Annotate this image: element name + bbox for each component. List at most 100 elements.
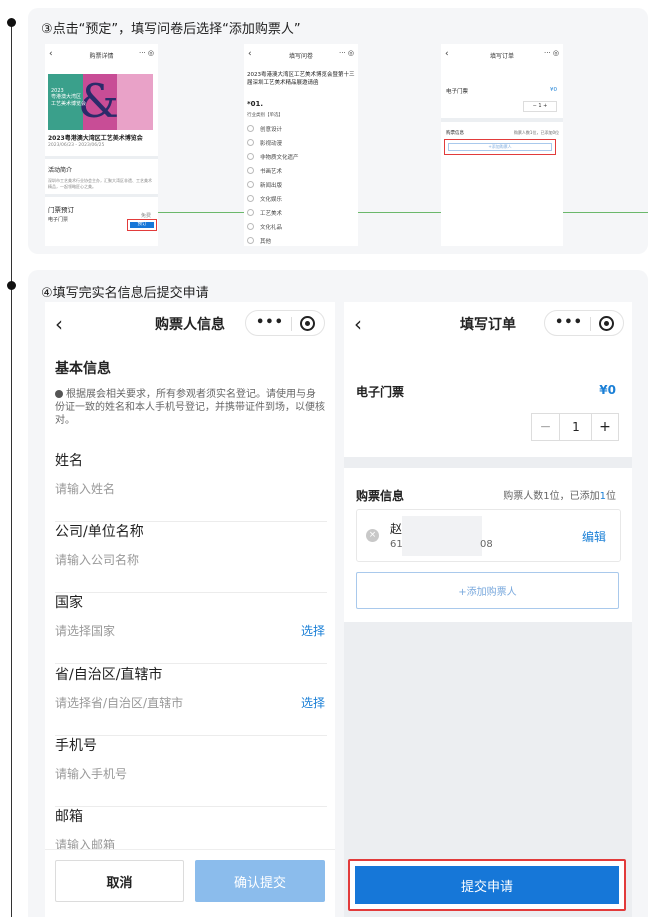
record-icon[interactable] [599,316,614,331]
step4-card: ④填写完实名信息后提交申请 ‹ 购票人信息 ••• 基本信息 根据展会相关要求，… [28,270,648,917]
radio-option[interactable] [247,237,254,244]
menu-capsule[interactable]: ••• [544,310,624,336]
redaction-blur [402,516,482,556]
bottom-action-bar: 取消 确认提交 [45,849,335,917]
question-sub: 行业类别【单选】 [247,113,283,118]
highlight-box: 预订 [127,219,157,231]
quantity-value: 1 [572,420,580,434]
event-title: 2023粤港澳大湾区工艺美术博览会 [48,135,143,142]
field-label: 邮箱 [55,809,83,825]
radio-option[interactable] [247,195,254,202]
book-button[interactable]: 预订 [130,222,154,228]
company-input[interactable]: 请输入公司名称 [55,551,139,568]
field-label: 手机号 [55,738,97,754]
add-buyer-button[interactable]: +添加购票人 [356,572,619,609]
price-tag: 免费 [141,213,152,219]
country-select[interactable]: 请选择国家 [55,622,115,639]
province-select-link[interactable]: 选择 [301,694,325,711]
radio-option[interactable] [247,125,254,132]
buyer-info-screen: ‹ 购票人信息 ••• 基本信息 根据展会相关要求，所有参观者须实名登记。请使用… [45,302,335,917]
mini-header: ‹ 购票详情 ··· ◎ [45,48,158,62]
mini-screen-detail: ‹ 购票详情 ··· ◎ & 2023 粤港澳大湾区 工艺美术博览会 2023粤… [45,44,158,246]
radio-option[interactable] [247,181,254,188]
submit-application-button[interactable]: 提交申请 [355,866,619,904]
radio-option[interactable] [247,139,254,146]
record-icon[interactable] [300,316,315,331]
company-field[interactable]: 公司/单位名称 请输入公司名称 [55,521,327,593]
event-date: 2023/06/23 - 2023/06/25 [48,143,105,148]
name-field[interactable]: 姓名 请输入姓名 [55,450,327,522]
radio-option[interactable] [247,153,254,160]
radio-option[interactable] [247,209,254,216]
banner-text: 2023 粤港澳大湾区 工艺美术博览会 [51,88,87,107]
step3-title: ③点击“预定”，填写问卷后选择“添加购票人” [41,22,301,37]
quantity-stepper[interactable]: − 1 + [523,101,557,112]
radio-option[interactable] [247,223,254,230]
info-icon [55,390,63,398]
radio-option[interactable] [247,167,254,174]
delete-icon[interactable]: × [366,529,379,542]
plus-icon[interactable]: + [591,414,618,440]
phone-input[interactable]: 请输入手机号 [55,765,127,782]
more-icon[interactable]: ••• [555,315,583,330]
buyer-label: 购票信息 [356,489,405,503]
screen-header: ‹ 填写订单 ••• [344,302,632,344]
country-field[interactable]: 国家 请选择国家 选择 [55,592,327,664]
cancel-button[interactable]: 取消 [55,860,184,902]
ticket-price: ¥0 [550,87,557,93]
province-field[interactable]: 省/自治区/直辖市 请选择省/自治区/直辖市 选择 [55,664,327,736]
option-label: 非物质文化遗产 [260,155,299,161]
option-label: 文化礼品 [260,225,283,231]
timeline-dot [7,18,16,27]
option-label: 书画艺术 [260,169,283,175]
capsule-icon[interactable]: ··· ◎ [339,49,354,57]
buyer-count: 购票人数1位，已添加1位 [503,491,616,502]
option-label: 工艺美术 [260,211,283,217]
ticket-label: 电子门票 [356,385,405,399]
ticket-price: ¥0 [599,383,616,397]
highlight-box: +添加购票人 [444,139,556,155]
screen-header: ‹ 购票人信息 ••• [45,302,335,344]
buyer-name: 赵 [390,522,403,536]
quantity-stepper[interactable]: − 1 + [531,413,619,441]
capsule-icon[interactable]: ··· ◎ [139,49,154,57]
intro-text: 深圳市工艺美术行业协会主办，汇聚大湾区非遗、工艺美术精品，一起领略匠心之美。 [48,178,152,189]
menu-capsule[interactable]: ••• [245,310,325,336]
minus-icon[interactable]: − [532,414,560,440]
more-icon[interactable]: ••• [256,315,284,330]
field-label: 国家 [55,595,83,611]
step4-title: ④填写完实名信息后提交申请 [41,286,209,301]
field-label: 省/自治区/直辖市 [55,667,163,683]
mini-screen-questionnaire: ‹ 填写问卷 ··· ◎ 2023粤港澳大湾区工艺美术博览会暨第十三届深圳工艺美… [244,44,358,246]
buyer-id-start: 61 [390,539,403,550]
buyer-id-end: 08 [480,539,493,550]
buyer-card: × 赵 61 08 编辑 [356,509,621,562]
province-select[interactable]: 请选择省/自治区/直辖市 [55,694,183,711]
name-input[interactable]: 请输入姓名 [55,480,115,497]
timeline-dot [7,281,16,290]
highlight-box: 提交申请 [348,859,626,911]
mini-header: ‹ 填写问卷 ··· ◎ [244,48,358,62]
add-buyer-button[interactable]: +添加购票人 [448,143,552,151]
field-label: 公司/单位名称 [55,524,144,540]
section-title: 基本信息 [55,361,111,377]
tickets-heading: 门票预订 [48,206,74,214]
intro-heading: 活动简介 [48,167,73,174]
timeline-line [11,20,12,917]
capsule-icon[interactable]: ··· ◎ [544,49,559,57]
edit-link[interactable]: 编辑 [582,528,606,545]
mini-screen-order: ‹ 填写订单 ··· ◎ 电子门票 ¥0 − 1 + 购票信息 购票人数1位，已… [441,44,563,246]
buyer-count: 购票人数1位，已添加0位 [513,130,559,135]
mini-header: ‹ 填写订单 ··· ◎ [441,48,563,62]
notice-text: 根据展会相关要求，所有参观者须实名登记。请使用与身份证一致的姓名和本人手机号登记… [55,389,325,426]
field-label: 姓名 [55,453,83,469]
option-label: 影视动漫 [260,141,283,147]
country-select-link[interactable]: 选择 [301,622,325,639]
event-banner: & 2023 粤港澳大湾区 工艺美术博览会 [48,74,153,130]
ticket-label: 电子门票 [446,89,469,95]
option-label: 新闻出版 [260,183,283,189]
confirm-submit-button[interactable]: 确认提交 [195,860,325,902]
option-label: 创意设计 [260,127,283,133]
phone-field[interactable]: 手机号 请输入手机号 [55,735,327,807]
question-number: *01. [247,100,264,108]
